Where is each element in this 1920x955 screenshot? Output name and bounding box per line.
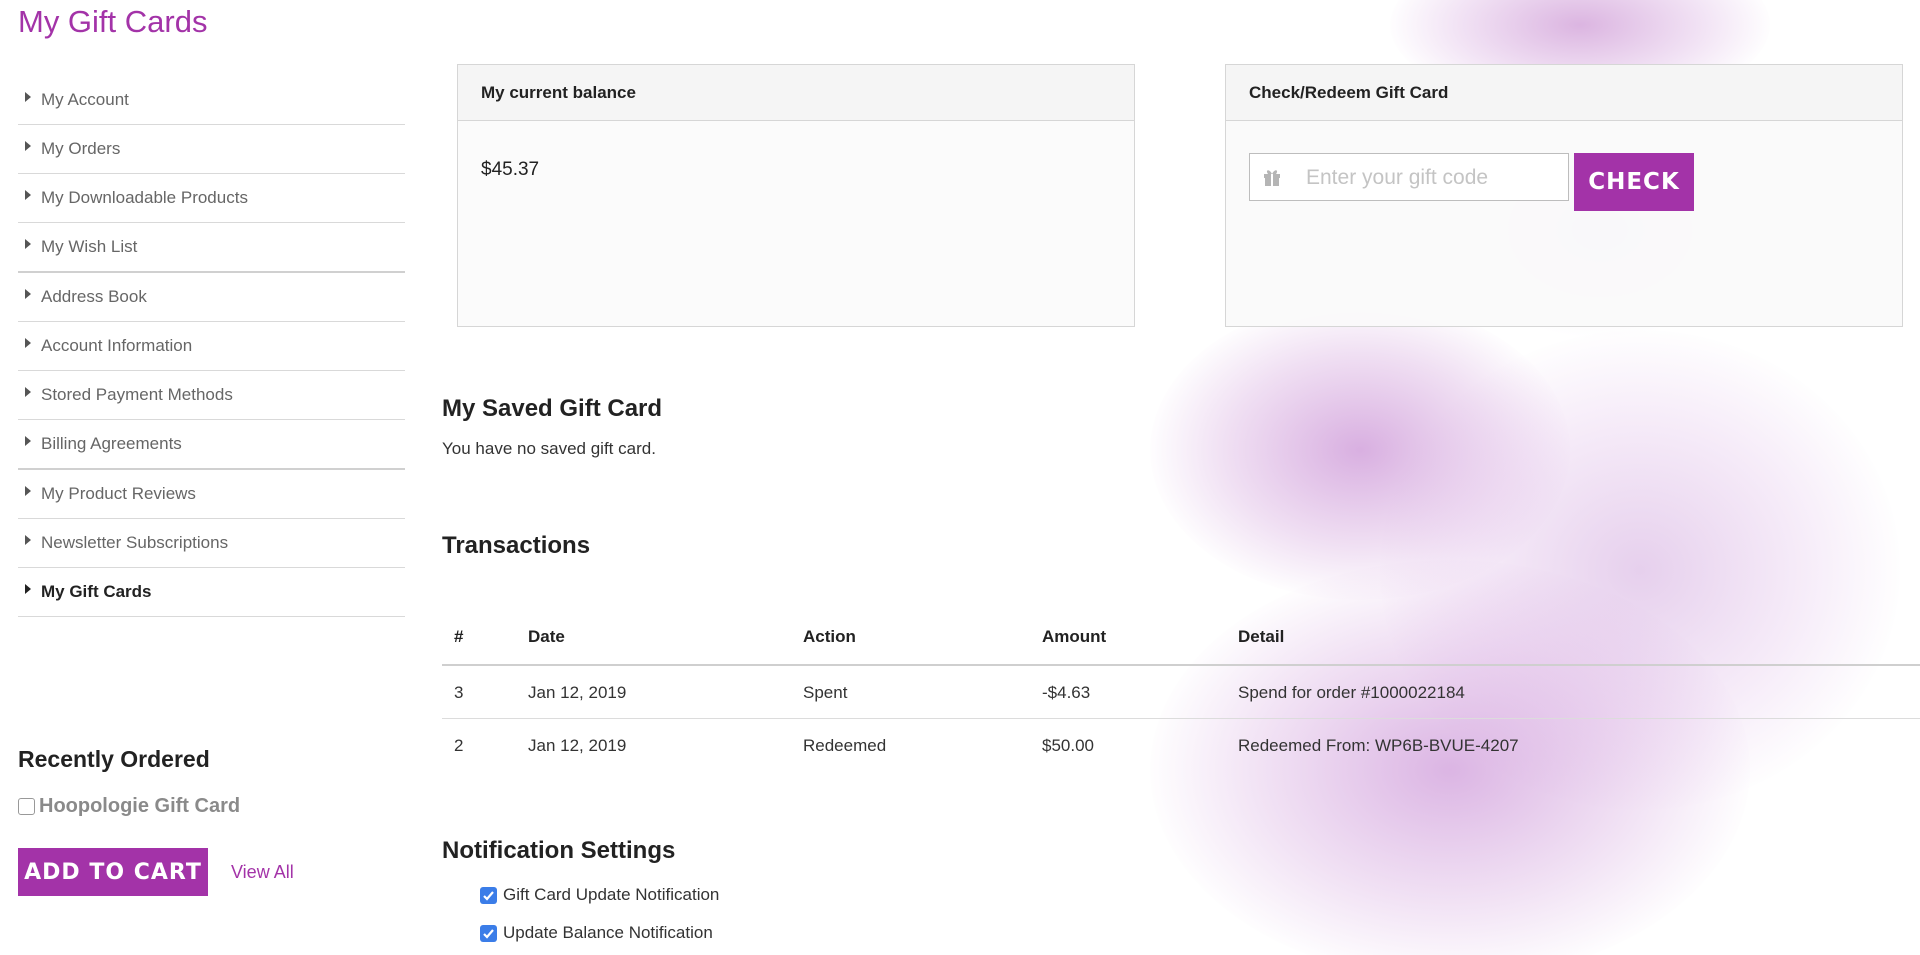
caret-right-icon <box>25 141 31 151</box>
sidebar-item-label: My Orders <box>41 139 121 158</box>
notification-option-label: Update Balance Notification <box>503 923 713 942</box>
page: My Gift Cards My Account My Orders My Do… <box>0 0 1920 955</box>
caret-right-icon <box>25 190 31 200</box>
current-balance-value: $45.37 <box>481 159 540 180</box>
sidebar-item-account-information[interactable]: Account Information <box>18 322 405 371</box>
sidebar-item-label: Account Information <box>41 336 193 355</box>
notification-option: Gift Card Update Notification <box>480 885 719 905</box>
caret-right-icon <box>25 387 31 397</box>
column-header: Detail <box>1238 627 1285 646</box>
caret-right-icon <box>25 535 31 545</box>
checkmark-icon <box>483 890 494 901</box>
sidebar-item-my-gift-cards[interactable]: My Gift Cards <box>18 568 405 617</box>
saved-gift-card-heading: My Saved Gift Card <box>442 395 663 422</box>
table-row: 3 Jan 12, 2019 Spent -$4.63 Spend for or… <box>442 666 1920 719</box>
caret-right-icon <box>25 289 31 299</box>
column-header: Action <box>803 627 856 646</box>
gift-icon <box>1262 167 1282 192</box>
notification-option: Update Balance Notification <box>480 923 713 943</box>
current-balance-panel: My current balance $45.37 <box>457 64 1135 327</box>
recent-item-name[interactable]: Hoopologie Gift Card <box>39 795 240 818</box>
transactions-table: # Date Action Amount Detail 3 Jan 12, 20… <box>442 610 1920 771</box>
sidebar-item-product-reviews[interactable]: My Product Reviews <box>18 470 405 519</box>
table-header-row: # Date Action Amount Detail <box>442 610 1920 666</box>
column-header: Amount <box>1042 627 1107 646</box>
sidebar-item-my-account[interactable]: My Account <box>18 76 405 125</box>
table-cell: 3 <box>454 683 464 702</box>
sidebar-item-downloadable-products[interactable]: My Downloadable Products <box>18 174 405 223</box>
sidebar-item-newsletter-subscriptions[interactable]: Newsletter Subscriptions <box>18 519 405 568</box>
recently-ordered-heading: Recently Ordered <box>18 746 210 772</box>
caret-right-icon <box>25 92 31 102</box>
checkmark-icon <box>483 928 494 939</box>
sidebar-item-label: Newsletter Subscriptions <box>41 533 229 552</box>
caret-right-icon <box>25 239 31 249</box>
account-sidebar-nav: My Account My Orders My Downloadable Pro… <box>18 76 405 617</box>
sidebar-item-label: Billing Agreements <box>41 434 182 453</box>
table-cell: Jan 12, 2019 <box>528 683 627 702</box>
sidebar-item-label: Address Book <box>41 287 147 306</box>
table-cell: Spent <box>803 683 848 702</box>
update-balance-checkbox[interactable] <box>480 924 497 942</box>
notification-option-label: Gift Card Update Notification <box>503 885 720 904</box>
sidebar-item-wish-list[interactable]: My Wish List <box>18 223 405 273</box>
table-row: 2 Jan 12, 2019 Redeemed $50.00 Redeemed … <box>442 719 1920 771</box>
current-balance-heading: My current balance <box>458 65 1134 121</box>
sidebar-item-my-orders[interactable]: My Orders <box>18 125 405 174</box>
sidebar-item-label: My Gift Cards <box>41 582 152 601</box>
gift-code-field <box>1249 153 1569 201</box>
caret-right-icon <box>25 486 31 496</box>
gift-card-update-checkbox[interactable] <box>480 886 497 904</box>
check-redeem-heading: Check/Redeem Gift Card <box>1226 65 1902 121</box>
sidebar-item-billing-agreements[interactable]: Billing Agreements <box>18 420 405 470</box>
page-title: My Gift Cards <box>18 4 208 39</box>
table-cell: Redeemed <box>803 736 887 755</box>
column-header: # <box>454 627 464 646</box>
caret-right-icon <box>25 338 31 348</box>
background-splash <box>1150 300 1570 600</box>
sidebar-item-label: My Downloadable Products <box>41 188 248 207</box>
table-cell: Spend for order #1000022184 <box>1238 683 1465 702</box>
sidebar-item-label: My Product Reviews <box>41 484 196 503</box>
transactions-heading: Transactions <box>442 532 591 559</box>
sidebar-item-address-book[interactable]: Address Book <box>18 273 405 322</box>
table-cell: -$4.63 <box>1042 683 1091 702</box>
recent-item-checkbox[interactable] <box>18 798 35 815</box>
check-button[interactable]: CHECK <box>1574 153 1694 211</box>
check-redeem-panel: Check/Redeem Gift Card CHECK <box>1225 64 1903 327</box>
sidebar-item-label: My Account <box>41 90 129 109</box>
table-cell: 2 <box>454 736 464 755</box>
column-header: Date <box>528 627 565 646</box>
table-cell: Jan 12, 2019 <box>528 736 627 755</box>
sidebar-item-label: My Wish List <box>41 237 138 256</box>
add-to-cart-button[interactable]: ADD TO CART <box>18 848 208 896</box>
caret-right-icon <box>25 584 31 594</box>
sidebar-item-label: Stored Payment Methods <box>41 385 233 404</box>
caret-right-icon <box>25 436 31 446</box>
view-all-link[interactable]: View All <box>231 862 294 883</box>
table-cell: Redeemed From: WP6B-BVUE-4207 <box>1238 736 1519 755</box>
table-cell: $50.00 <box>1042 736 1094 755</box>
recently-ordered-item: Hoopologie Gift Card <box>18 795 240 818</box>
gift-code-input[interactable] <box>1304 162 1558 194</box>
sidebar-item-stored-payment-methods[interactable]: Stored Payment Methods <box>18 371 405 420</box>
saved-gift-card-message: You have no saved gift card. <box>442 439 656 458</box>
notification-settings-heading: Notification Settings <box>442 837 676 864</box>
